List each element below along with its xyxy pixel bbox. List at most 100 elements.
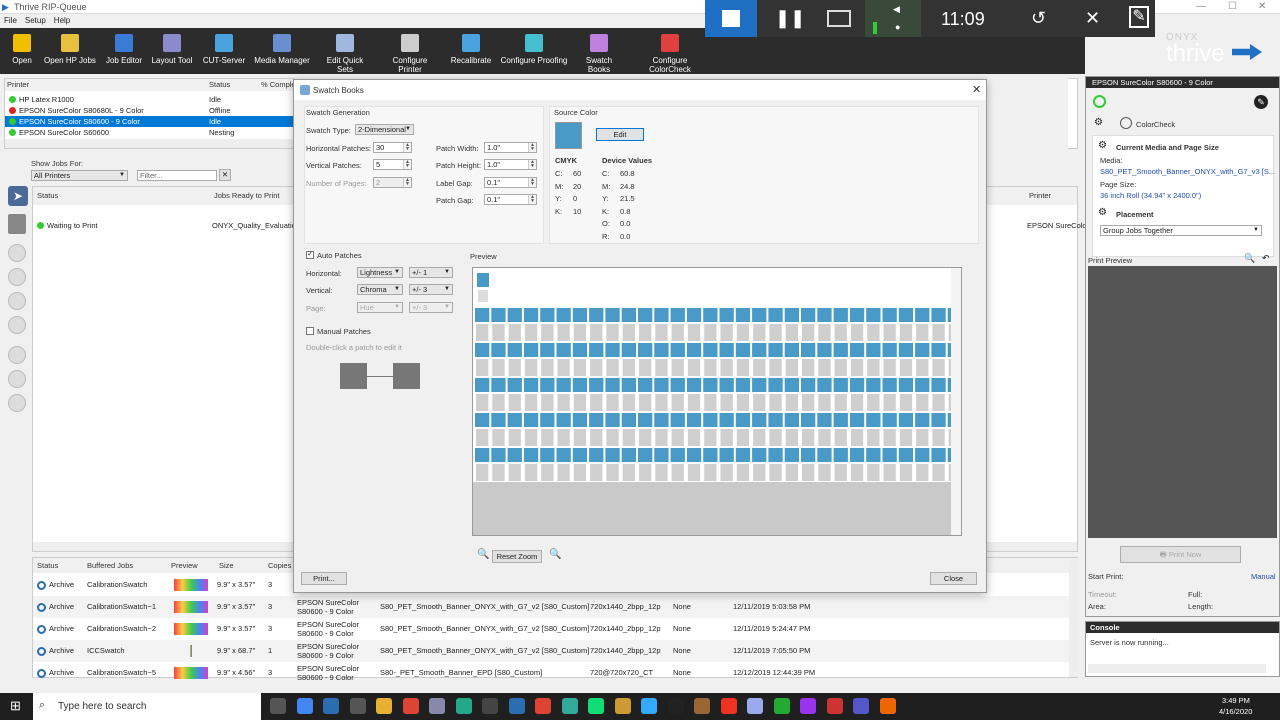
swatch-patch[interactable]: [882, 308, 897, 322]
swatch-patch[interactable]: [491, 448, 506, 462]
task-view-icon[interactable]: [270, 698, 286, 714]
swatch-patch[interactable]: [654, 378, 669, 392]
swatch-patch[interactable]: [768, 413, 783, 427]
after-effects-icon[interactable]: [853, 698, 869, 714]
swatch-patch[interactable]: [507, 448, 522, 462]
swatch-patch[interactable]: [523, 308, 539, 322]
toolbar-open[interactable]: Open: [6, 32, 38, 72]
swatch-patch[interactable]: [686, 413, 702, 427]
swatch-patch[interactable]: [654, 413, 669, 427]
swatch-patch[interactable]: [866, 343, 881, 357]
close-button[interactable]: Close: [930, 572, 977, 585]
swatch-patch[interactable]: [670, 308, 685, 322]
swatch-patch[interactable]: [735, 448, 751, 462]
swatch-patch[interactable]: [719, 448, 734, 462]
windows-start-icon[interactable]: ⊞: [10, 698, 21, 714]
swatch-patch[interactable]: [605, 308, 620, 322]
print-now-button[interactable]: 🖶 Print Now: [1120, 546, 1241, 563]
gear-icon[interactable]: ⚙: [1098, 140, 1107, 151]
hpatch-input[interactable]: 30 ▲ ▼: [373, 142, 412, 153]
gear-icon[interactable]: ⚙: [1094, 117, 1103, 128]
toolbar-configure-proofing[interactable]: Configure Proofing: [500, 32, 568, 72]
maximize-icon[interactable]: ☐: [1228, 1, 1237, 12]
page-size-value[interactable]: 36 inch Roll (34.94" x 2400.0"): [1100, 191, 1201, 200]
swatch-patch[interactable]: [752, 413, 767, 427]
swatch-patch[interactable]: [752, 378, 767, 392]
swatch-type-select[interactable]: 2-Dimensional ▼: [355, 124, 414, 135]
header-jobs-ready[interactable]: Jobs Ready to Print: [214, 187, 279, 205]
swatch-patch[interactable]: [556, 378, 571, 392]
app-icon[interactable]: [429, 698, 445, 714]
header-status[interactable]: Status: [209, 79, 230, 90]
header-status[interactable]: Status: [37, 558, 58, 573]
swatch-patch[interactable]: [768, 308, 783, 322]
swatch-patch[interactable]: [572, 308, 588, 322]
swatch-patch[interactable]: [719, 343, 734, 357]
swatch-patch[interactable]: [817, 413, 832, 427]
swatch-patch[interactable]: [703, 448, 718, 462]
swatch-patch[interactable]: [572, 448, 588, 462]
swatch-patch[interactable]: [784, 308, 799, 322]
swatch-patch[interactable]: [915, 448, 930, 462]
swatch-patch[interactable]: [849, 308, 865, 322]
swatch-patch[interactable]: [605, 448, 620, 462]
swatch-patch[interactable]: [768, 343, 783, 357]
pause-job-icon[interactable]: [8, 394, 26, 412]
vertical-select[interactable]: Chroma ▼: [357, 284, 403, 295]
horizontal-select[interactable]: Lightness ▼: [357, 267, 403, 278]
swatch-patch[interactable]: [589, 308, 604, 322]
v-scrollbar[interactable]: [1069, 558, 1078, 677]
swatch-patch[interactable]: [670, 413, 685, 427]
swatch-patch[interactable]: [507, 413, 522, 427]
media-value[interactable]: S80_PET_Smooth_Banner_ONYX_with_G7_v3 [S…: [1100, 167, 1275, 176]
swatch-patch[interactable]: [556, 343, 571, 357]
swatch-patch[interactable]: [654, 308, 669, 322]
close-icon[interactable]: ✕: [1258, 1, 1266, 12]
stop-record-button[interactable]: [705, 0, 757, 37]
toolbar-recalibrate[interactable]: Recalibrate: [450, 32, 492, 72]
pause-icon[interactable]: ❚❚: [775, 8, 805, 29]
lightroom-icon[interactable]: [747, 698, 763, 714]
move-up-icon[interactable]: [8, 268, 26, 286]
swatch-patch[interactable]: [882, 343, 897, 357]
start-print-value[interactable]: Manual: [1251, 572, 1276, 581]
swatch-patch[interactable]: [686, 343, 702, 357]
app-icon[interactable]: [641, 698, 657, 714]
premiere-icon[interactable]: [800, 698, 816, 714]
move-down-icon[interactable]: [8, 292, 26, 310]
print-job-icon[interactable]: ➤: [8, 186, 28, 206]
manual-patches-checkbox[interactable]: [306, 327, 314, 335]
swatch-patch[interactable]: [507, 378, 522, 392]
move-bottom-icon[interactable]: [8, 316, 26, 334]
swatch-patch[interactable]: [817, 378, 832, 392]
taskbar-search[interactable]: ⌕ Type here to search: [33, 693, 261, 720]
swatch-patch[interactable]: [882, 378, 897, 392]
power-icon[interactable]: [1093, 95, 1106, 108]
swatch-patch[interactable]: [703, 308, 718, 322]
swatch-patch[interactable]: [703, 343, 718, 357]
edit-job-icon[interactable]: [8, 214, 26, 234]
swatch-patch[interactable]: [719, 378, 734, 392]
swatch-patch[interactable]: [670, 448, 685, 462]
table-row[interactable]: EPSON SureColor S60600 Nesting: [5, 127, 293, 138]
swatch-patch[interactable]: [572, 343, 588, 357]
swatch-patch[interactable]: [507, 343, 522, 357]
swatch-patch[interactable]: [703, 378, 718, 392]
annotate-icon[interactable]: ✎: [1129, 6, 1149, 28]
swatch-patch[interactable]: [605, 343, 620, 357]
reset-zoom-button[interactable]: Reset Zoom: [492, 550, 542, 563]
swatch-patch[interactable]: [589, 413, 604, 427]
stepper-icon[interactable]: ▲ ▼: [403, 143, 411, 152]
swatch-patch[interactable]: [915, 413, 930, 427]
swatch-patch[interactable]: [898, 308, 914, 322]
swatch-patch[interactable]: [638, 378, 653, 392]
swatch-patch[interactable]: [768, 448, 783, 462]
delete-job-icon[interactable]: [8, 370, 26, 388]
swatch-patch[interactable]: [556, 413, 571, 427]
edit-color-button[interactable]: Edit: [596, 128, 644, 141]
swatch-patch[interactable]: [621, 448, 636, 462]
console-h-scrollbar[interactable]: [1088, 664, 1266, 673]
folder-icon[interactable]: [376, 698, 392, 714]
swatch-patch[interactable]: [605, 413, 620, 427]
swatch-patch[interactable]: [540, 308, 555, 322]
